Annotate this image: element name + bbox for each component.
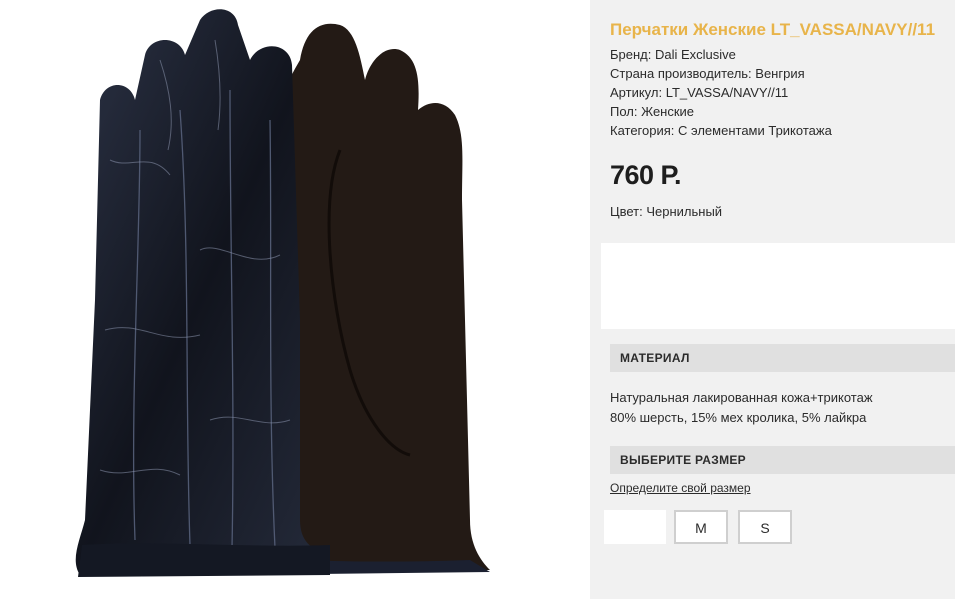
detail-sku: Артикул: LT_VASSA/NAVY//11 (610, 85, 789, 100)
detail-country: Страна производитель: Венгрия (610, 66, 805, 81)
product-title: Перчатки Женские LT_VASSA/NAVY//11 (610, 20, 936, 39)
detail-gender: Пол: Женские (610, 104, 695, 119)
product-image[interactable] (0, 0, 590, 599)
size-header: ВЫБЕРИТЕ РАЗМЕР (610, 446, 955, 474)
size-option-blank[interactable] (604, 510, 666, 544)
product-price: 760 Р. (610, 160, 682, 190)
product-details: Бренд: Dali Exclusive Страна производите… (610, 45, 832, 140)
detail-category: Категория: С элементами Трикотажа (610, 123, 832, 138)
product-info-panel: Перчатки Женские LT_VASSA/NAVY//11 Бренд… (590, 0, 955, 599)
material-description: Натуральная лакированная кожа+трикотаж 8… (610, 388, 873, 428)
detail-brand: Бренд: Dali Exclusive (610, 47, 736, 62)
product-color: Цвет: Чернильный (610, 204, 723, 219)
size-option-s[interactable]: S (738, 510, 792, 544)
size-option-m[interactable]: M (674, 510, 728, 544)
patent-glove (75, 9, 330, 576)
gloves-photo (75, 9, 490, 577)
material-line-2: 80% шерсть, 15% мех кролика, 5% лайкра (610, 410, 867, 425)
material-line-1: Натуральная лакированная кожа+трикотаж (610, 390, 873, 405)
blank-panel (601, 243, 955, 329)
size-guide-link[interactable]: Определите свой размер (610, 481, 751, 495)
material-header: МАТЕРИАЛ (610, 344, 955, 372)
